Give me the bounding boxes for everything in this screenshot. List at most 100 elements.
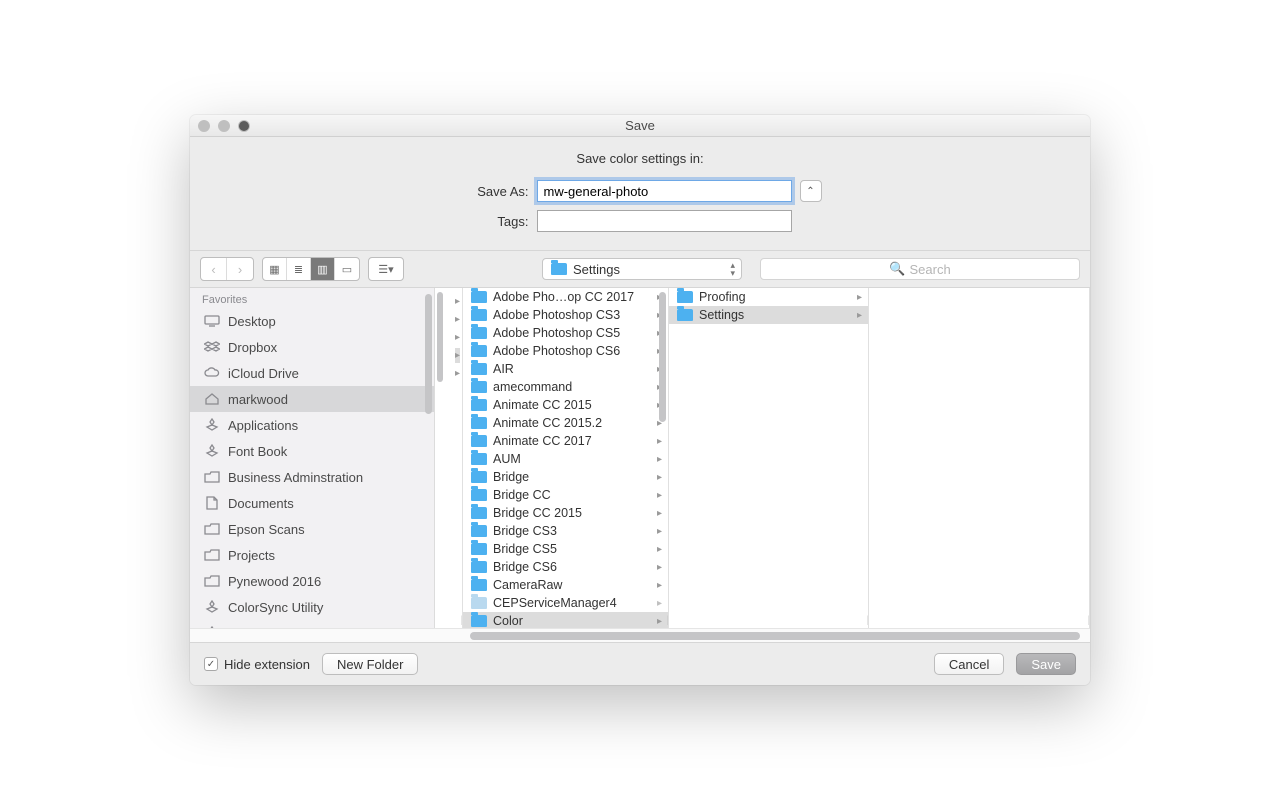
folder-icon — [471, 615, 487, 627]
sidebar-item[interactable]: Applications — [190, 412, 434, 438]
folder-label: Adobe Photoshop CS6 — [493, 344, 620, 358]
sidebar-item[interactable]: Epson Scans — [190, 516, 434, 542]
column-resize-handle[interactable]: || — [667, 615, 668, 626]
folder-row[interactable]: Animate CC 2017▸ — [463, 432, 668, 450]
folder-label: Settings — [699, 308, 744, 322]
column-view-button[interactable]: ▥ — [311, 258, 335, 280]
titlebar: Save — [190, 115, 1090, 137]
sidebar-item[interactable]: Business Adminstration — [190, 464, 434, 490]
folder-icon — [471, 327, 487, 339]
sidebar-item[interactable]: markwood — [190, 386, 434, 412]
icloud-icon — [204, 366, 220, 380]
sidebar-item[interactable]: Projects — [190, 542, 434, 568]
save-button[interactable]: Save — [1016, 653, 1076, 675]
folder-row[interactable]: Animate CC 2015.2▸ — [463, 414, 668, 432]
folder-icon — [677, 309, 693, 321]
folder-row[interactable]: Bridge CC 2015 ▸ — [463, 504, 668, 522]
folder-icon — [471, 471, 487, 483]
chevron-right-icon: ▸ — [657, 508, 662, 519]
folder-row[interactable]: Bridge▸ — [463, 468, 668, 486]
folder-row[interactable]: Animate CC 2015▸ — [463, 396, 668, 414]
sidebar-scrollbar[interactable] — [425, 294, 432, 414]
browser-horizontal-scrollbar[interactable] — [190, 628, 1090, 642]
folder-row[interactable]: Bridge CS6▸ — [463, 558, 668, 576]
sidebar-item-label: Epson Scans — [228, 522, 305, 537]
folder-row[interactable]: Adobe Photoshop CS6▸ — [463, 342, 668, 360]
list-view-button[interactable]: ≣ — [287, 258, 311, 280]
folder-row[interactable]: amecommand▸ — [463, 378, 668, 396]
folder-row[interactable]: CEPServiceManager4▸ — [463, 594, 668, 612]
folder-row[interactable]: CameraRaw▸ — [463, 576, 668, 594]
arrange-popup[interactable]: ☰▾ — [368, 257, 404, 281]
save-dialog: Save Save color settings in: Save As: ⌃ … — [190, 115, 1090, 685]
sidebar-item[interactable]: Desktop — [190, 308, 434, 334]
column-2: Adobe Pho…op CC 2017▸Adobe Photoshop CS3… — [463, 288, 669, 628]
save-header: Save color settings in: Save As: ⌃ Tags: — [190, 137, 1090, 250]
forward-button[interactable]: › — [227, 258, 253, 280]
column-1: ▸ ▸ ▸ ▸ ▸ || — [435, 288, 463, 628]
chevron-up-icon: ⌃ — [806, 186, 814, 197]
folder-icon — [204, 574, 220, 588]
folder-row[interactable]: AUM▸ — [463, 450, 668, 468]
sidebar-item[interactable]: ColorSync Utility — [190, 594, 434, 620]
column-3: Proofing▸Settings▸ || — [669, 288, 869, 628]
sidebar-item-label: Dropbox — [228, 340, 277, 355]
folder-icon — [471, 597, 487, 609]
column-4: || — [869, 288, 1090, 628]
folder-row[interactable]: Adobe Pho…op CC 2017▸ — [463, 288, 668, 306]
cancel-button[interactable]: Cancel — [934, 653, 1004, 675]
icon-view-button[interactable]: ▦ — [263, 258, 287, 280]
sidebar-item[interactable]: iCloud Drive — [190, 360, 434, 386]
column-resize-handle[interactable]: || — [461, 615, 462, 626]
save-as-input[interactable] — [537, 180, 792, 202]
location-popup[interactable]: Settings ▴▾ — [542, 258, 742, 280]
folder-icon — [471, 543, 487, 555]
collapse-toggle-button[interactable]: ⌃ — [800, 180, 822, 202]
folder-icon — [677, 291, 693, 303]
folder-icon — [471, 579, 487, 591]
view-mode-segmented[interactable]: ▦ ≣ ▥ ▭ — [262, 257, 360, 281]
new-folder-button[interactable]: New Folder — [322, 653, 418, 675]
apps-icon — [204, 600, 220, 614]
column-resize-handle[interactable]: || — [867, 615, 868, 626]
column-resize-handle[interactable]: || — [1088, 615, 1089, 626]
tags-input[interactable] — [537, 210, 792, 232]
sidebar-item[interactable]: Documents — [190, 490, 434, 516]
hide-extension-checkbox[interactable]: ✓ Hide extension — [204, 657, 310, 672]
sidebar-item[interactable]: Dropbox — [190, 334, 434, 360]
folder-row[interactable]: Settings▸ — [669, 306, 868, 324]
column-2-scrollbar[interactable] — [659, 292, 666, 422]
folder-label: Bridge CC 2015 — [493, 506, 582, 520]
sidebar-item-label: iCloud Drive — [228, 366, 299, 381]
folder-icon — [471, 381, 487, 393]
folder-label: Bridge — [493, 470, 529, 484]
folder-row[interactable]: Proofing▸ — [669, 288, 868, 306]
chevron-left-icon: ‹ — [211, 262, 215, 277]
sidebar-item-label: Applications — [228, 418, 298, 433]
folder-label: Adobe Pho…op CC 2017 — [493, 290, 634, 304]
folder-icon — [471, 525, 487, 537]
sidebar-item[interactable]: Pynewood 2016 — [190, 568, 434, 594]
folder-icon — [471, 309, 487, 321]
sidebar-item[interactable]: Font Book — [190, 438, 434, 464]
columns-icon: ▥ — [317, 263, 327, 276]
folder-row[interactable]: AIR▸ — [463, 360, 668, 378]
folder-row[interactable]: Adobe Photoshop CS3▸ — [463, 306, 668, 324]
search-placeholder: Search — [909, 262, 950, 277]
folder-row[interactable]: Bridge CS5▸ — [463, 540, 668, 558]
search-field[interactable]: 🔍 Search — [760, 258, 1080, 280]
folder-row[interactable]: Bridge CS3▸ — [463, 522, 668, 540]
coverflow-view-button[interactable]: ▭ — [335, 258, 359, 280]
doc-icon — [204, 496, 220, 510]
sidebar-item-label: Font Book — [228, 444, 287, 459]
folder-row[interactable]: Adobe Photoshop CS5▸ — [463, 324, 668, 342]
sidebar-item[interactable]: DVD Player — [190, 620, 434, 628]
folder-row[interactable]: Color▸ — [463, 612, 668, 628]
sidebar-item-label: Projects — [228, 548, 275, 563]
folder-row[interactable]: Bridge CC▸ — [463, 486, 668, 504]
folder-label: Proofing — [699, 290, 746, 304]
chevron-right-icon: ▸ — [657, 526, 662, 537]
back-button[interactable]: ‹ — [201, 258, 227, 280]
column-1-scrollbar[interactable] — [437, 292, 443, 382]
home-icon — [204, 392, 220, 406]
